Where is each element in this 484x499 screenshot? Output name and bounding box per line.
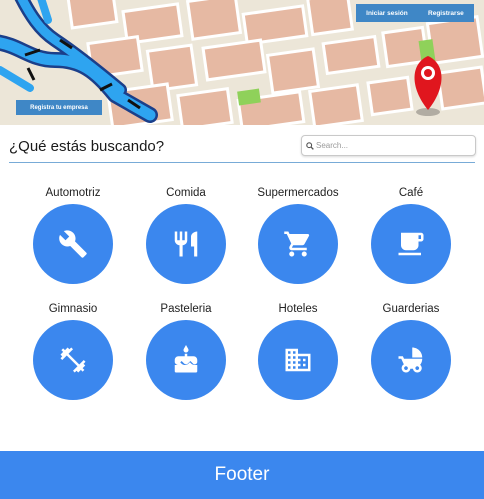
search-input[interactable] — [316, 141, 466, 150]
category-button-hoteles[interactable] — [258, 320, 338, 400]
search-divider — [9, 162, 475, 163]
search-question-heading: ¿Qué estás buscando? — [9, 138, 165, 155]
shopping-cart-icon — [284, 231, 310, 257]
utensils-icon — [174, 231, 198, 257]
category-supermercados[interactable]: Supermercados — [248, 186, 348, 284]
category-label: Supermercados — [257, 187, 339, 199]
search-section: ¿Qué estás buscando? — [0, 125, 484, 167]
category-cafe[interactable]: Café — [361, 186, 461, 284]
category-gimnasio[interactable]: Gimnasio — [23, 302, 123, 400]
category-label: Automotriz — [45, 187, 101, 199]
category-comida[interactable]: Comida — [136, 186, 236, 284]
category-pasteleria[interactable]: Pasteleria — [136, 302, 236, 400]
category-button-guarderias[interactable] — [371, 320, 451, 400]
baby-stroller-icon — [398, 347, 423, 373]
category-button-automotriz[interactable] — [33, 204, 113, 284]
category-label: Gimnasio — [48, 303, 98, 315]
coffee-cup-icon — [398, 232, 424, 256]
category-button-cafe[interactable] — [371, 204, 451, 284]
footer-label: Footer — [214, 464, 270, 485]
register-business-button[interactable]: Registra tu empresa — [16, 100, 102, 115]
category-hoteles[interactable]: Hoteles — [248, 302, 348, 400]
category-automotriz[interactable]: Automotriz — [23, 186, 123, 284]
wrench-icon — [59, 230, 87, 258]
category-label: Hoteles — [278, 303, 318, 315]
category-button-supermercados[interactable] — [258, 204, 338, 284]
search-box[interactable] — [301, 135, 476, 156]
cake-icon — [174, 345, 198, 373]
footer: Footer — [0, 451, 484, 499]
category-label: Guarderias — [382, 303, 440, 315]
category-label: Café — [398, 187, 424, 199]
category-button-pasteleria[interactable] — [146, 320, 226, 400]
hero-map-banner: Iniciar sesión Registrarse Registra tu e… — [0, 0, 484, 125]
category-button-gimnasio[interactable] — [33, 320, 113, 400]
signup-link[interactable]: Registrarse — [428, 10, 464, 17]
hotel-building-icon — [285, 348, 311, 372]
auth-bar: Iniciar sesión Registrarse — [356, 4, 474, 22]
search-icon — [306, 141, 314, 150]
dumbbell-icon — [60, 347, 86, 373]
category-label: Comida — [166, 187, 206, 199]
login-link[interactable]: Iniciar sesión — [366, 10, 408, 17]
category-guarderias[interactable]: Guarderias — [361, 302, 461, 400]
category-label: Pasteleria — [160, 303, 212, 315]
category-button-comida[interactable] — [146, 204, 226, 284]
